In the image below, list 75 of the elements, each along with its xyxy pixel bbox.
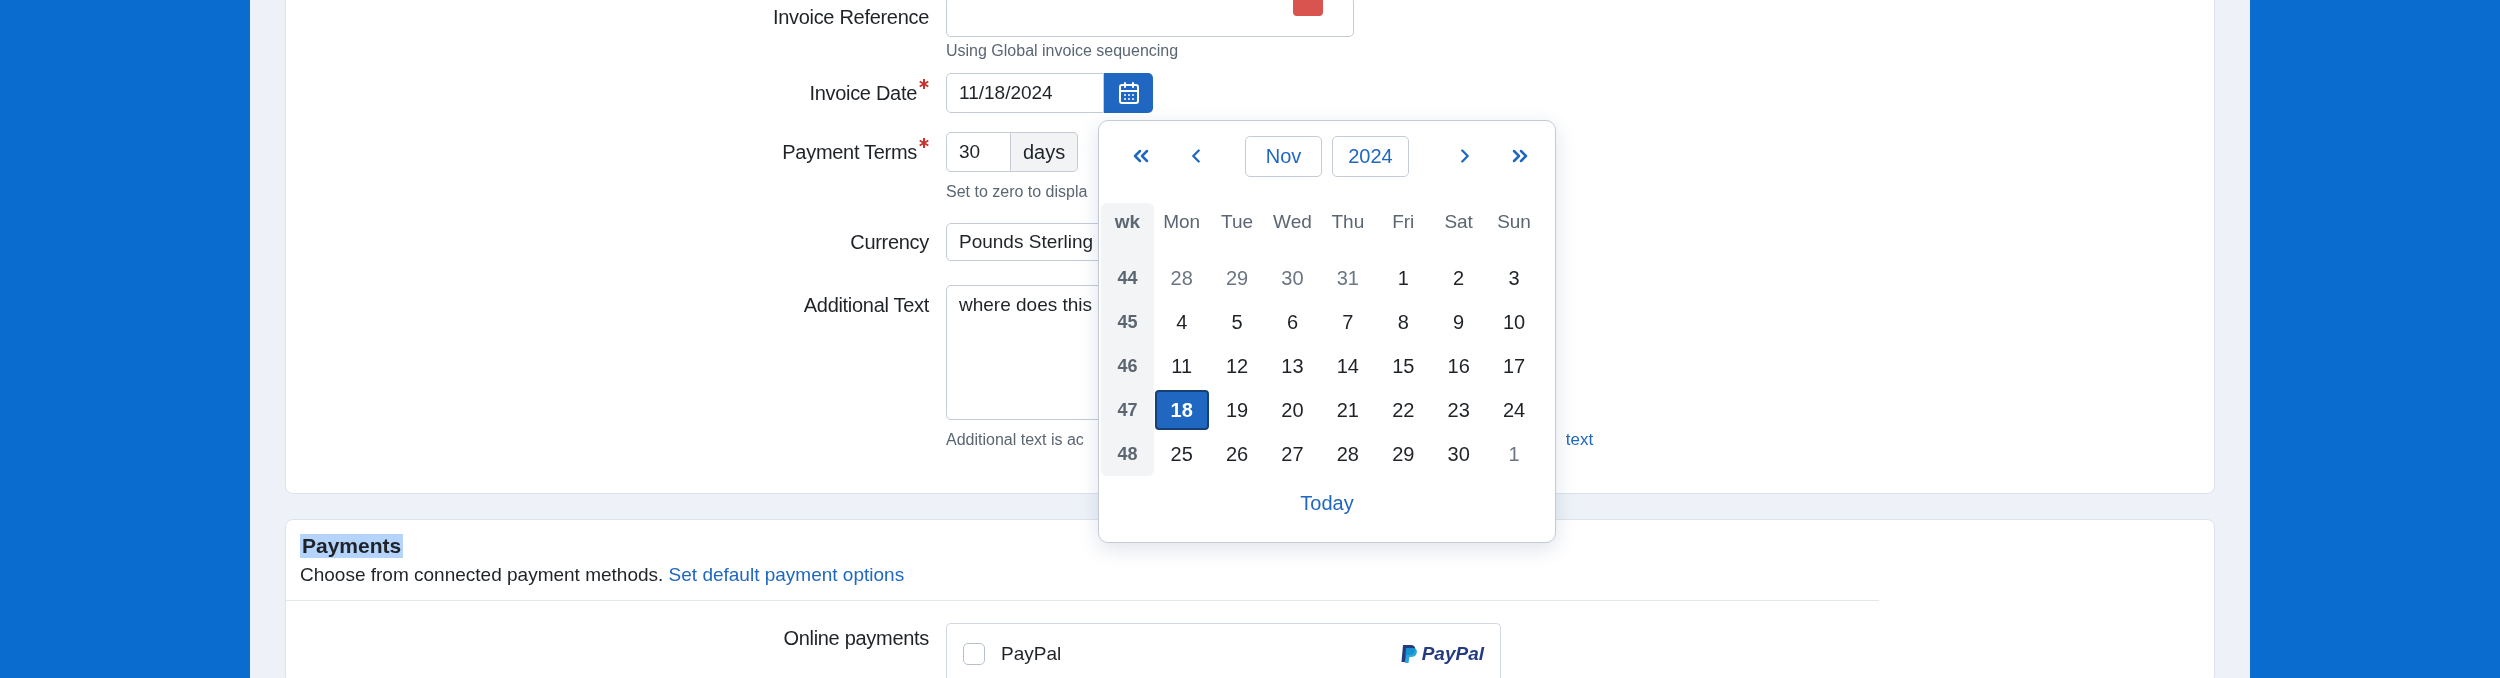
help-text: Set to zero to displa xyxy=(946,183,1088,201)
calendar-day[interactable]: 29 xyxy=(1210,258,1265,298)
field-label: Payment Terms xyxy=(782,140,917,164)
calendar-day[interactable]: 15 xyxy=(1376,346,1431,386)
calendar-day[interactable]: 1 xyxy=(1487,434,1542,474)
help-text: Additional text is ac xyxy=(946,431,1084,449)
weekday-heading: Mon xyxy=(1162,210,1202,234)
calendar-day[interactable]: 11 xyxy=(1154,346,1209,386)
calendar-day[interactable]: 18 xyxy=(1154,390,1209,430)
field-label: Currency xyxy=(850,230,929,254)
week-number: 44 xyxy=(1117,266,1138,290)
year-select[interactable]: 2024 xyxy=(1332,135,1409,177)
logo-text: PayPal xyxy=(1421,642,1484,665)
weekday-heading: Tue xyxy=(1220,210,1255,234)
calendar-day[interactable]: 28 xyxy=(1320,434,1375,474)
calendar-icon xyxy=(1116,81,1141,105)
calendar-day[interactable]: 19 xyxy=(1210,390,1265,430)
field-label: Additional Text xyxy=(803,293,929,317)
calendar-day[interactable]: 25 xyxy=(1154,434,1209,474)
weekday-heading: Fri xyxy=(1391,210,1416,234)
calendar-day[interactable]: 9 xyxy=(1431,302,1486,342)
calendar-day[interactable]: 7 xyxy=(1320,302,1375,342)
payment-method-name: PayPal xyxy=(1001,642,1063,665)
calendar-day[interactable]: 28 xyxy=(1154,258,1209,298)
field-label: Invoice Reference xyxy=(772,5,929,29)
calendar-day[interactable]: 6 xyxy=(1265,302,1320,342)
calendar-day[interactable]: 8 xyxy=(1376,302,1431,342)
field-label: Online payments xyxy=(783,626,929,650)
calendar-day[interactable]: 5 xyxy=(1210,302,1265,342)
calendar-day[interactable]: 16 xyxy=(1431,346,1486,386)
today-button[interactable]: Today xyxy=(1292,488,1362,519)
calendar-day[interactable]: 3 xyxy=(1487,258,1542,298)
calendar-day[interactable]: 13 xyxy=(1265,346,1320,386)
weekday-heading: Sun xyxy=(1496,210,1532,234)
calendar-day[interactable]: 27 xyxy=(1265,434,1320,474)
days-addon: days xyxy=(1011,132,1079,172)
calendar-day[interactable]: 17 xyxy=(1487,346,1542,386)
calendar-day[interactable]: 12 xyxy=(1210,346,1265,386)
calendar-day[interactable]: 4 xyxy=(1154,302,1209,342)
checkbox[interactable] xyxy=(963,642,985,665)
help-link[interactable]: text xyxy=(1565,430,1594,449)
reference-field[interactable] xyxy=(946,0,1354,37)
week-number: 46 xyxy=(1117,354,1138,378)
calendar-button[interactable] xyxy=(1104,73,1153,113)
week-number: 45 xyxy=(1117,310,1138,334)
calendar-day[interactable]: 20 xyxy=(1265,390,1320,430)
calendar-day[interactable]: 30 xyxy=(1431,434,1486,474)
calendar-day[interactable]: 30 xyxy=(1265,258,1320,298)
weekday-heading: Sat xyxy=(1443,210,1474,234)
payment-method-option[interactable]: PayPal PayPal xyxy=(946,623,1501,678)
date-field[interactable]: 11/18/2024 xyxy=(946,73,1104,113)
calendar-day[interactable]: 31 xyxy=(1320,258,1375,298)
help-text: Using Global invoice sequencing xyxy=(946,42,1179,60)
week-number: 47 xyxy=(1117,398,1138,422)
p-logo-icon xyxy=(1399,643,1418,664)
month-select[interactable]: Nov xyxy=(1245,135,1322,177)
week-heading: wk xyxy=(1114,210,1141,234)
field-label: Invoice Date xyxy=(809,81,917,105)
weekday-heading: Thu xyxy=(1330,210,1366,234)
calendar-day[interactable]: 22 xyxy=(1376,390,1431,430)
calendar-day[interactable]: 10 xyxy=(1487,302,1542,342)
weekday-heading: Wed xyxy=(1272,210,1313,234)
section-description: Choose from connected payment methods. Set default payment options xyxy=(300,564,905,586)
calendar-day[interactable]: 24 xyxy=(1487,390,1542,430)
week-number: 48 xyxy=(1117,442,1138,466)
calendar-day[interactable]: 26 xyxy=(1210,434,1265,474)
calendar-day[interactable]: 14 xyxy=(1320,346,1375,386)
calendar-day[interactable]: 21 xyxy=(1320,390,1375,430)
calendar-day[interactable]: 23 xyxy=(1431,390,1486,430)
calendar-day[interactable]: 29 xyxy=(1376,434,1431,474)
terms-field[interactable]: 30 xyxy=(946,132,1011,172)
calendar-day[interactable]: 2 xyxy=(1431,258,1486,298)
section-title: Payments xyxy=(300,534,404,558)
calendar-day[interactable]: 1 xyxy=(1376,258,1431,298)
default-payment-link[interactable]: Set default payment options xyxy=(668,564,905,585)
